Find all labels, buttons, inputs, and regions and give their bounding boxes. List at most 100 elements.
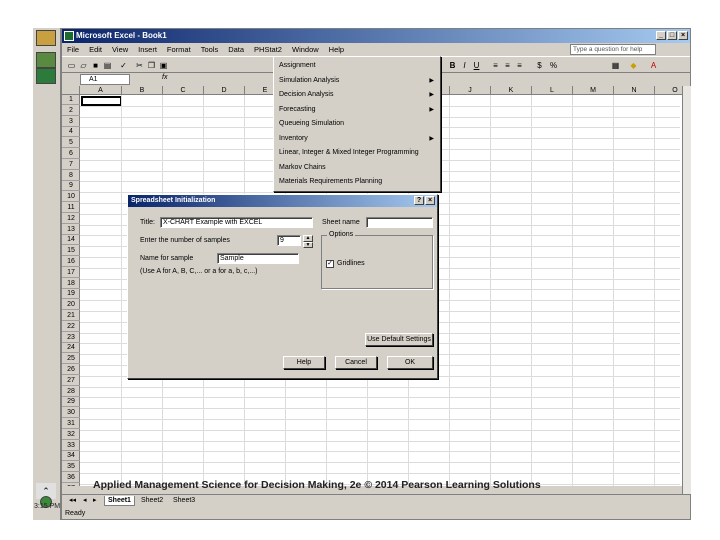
row-header[interactable]: 35 bbox=[62, 462, 80, 473]
spelling-icon[interactable]: ✓ bbox=[118, 60, 129, 71]
column-header[interactable]: L bbox=[532, 86, 573, 95]
row-header[interactable]: 19 bbox=[62, 289, 80, 300]
phstat-menu-item[interactable]: Linear, Integer & Mixed Integer Programm… bbox=[274, 146, 440, 161]
menu-tools[interactable]: Tools bbox=[200, 45, 220, 54]
row-header[interactable]: 37 bbox=[62, 484, 80, 486]
row-header[interactable]: 34 bbox=[62, 451, 80, 462]
row-header[interactable]: 30 bbox=[62, 408, 80, 419]
row-header[interactable]: 11 bbox=[62, 203, 80, 213]
ok-button[interactable]: OK bbox=[387, 356, 433, 369]
row-header[interactable]: 25 bbox=[62, 354, 80, 365]
row-header[interactable]: 6 bbox=[62, 149, 80, 159]
dialog-help-button[interactable]: ? bbox=[414, 196, 424, 205]
row-header[interactable]: 27 bbox=[62, 376, 80, 386]
bold-icon[interactable]: B bbox=[447, 60, 458, 71]
phstat-menu-item[interactable]: Materials Requirements Planning bbox=[274, 175, 440, 190]
tab-nav-next[interactable]: ▸ bbox=[90, 496, 100, 506]
italic-icon[interactable]: I bbox=[459, 60, 470, 71]
menu-format[interactable]: Format bbox=[166, 45, 192, 54]
excel-taskbar-icon[interactable] bbox=[36, 68, 56, 84]
num-samples-input[interactable]: 9 bbox=[277, 235, 301, 246]
row-header[interactable]: 16 bbox=[62, 257, 80, 267]
row-header[interactable]: 4 bbox=[62, 127, 80, 138]
column-header[interactable]: B bbox=[122, 86, 163, 95]
desktop-app-icon[interactable] bbox=[36, 30, 56, 46]
column-header[interactable]: C bbox=[163, 86, 204, 95]
vertical-scrollbar[interactable] bbox=[682, 86, 691, 494]
align-left-icon[interactable]: ≡ bbox=[490, 60, 501, 71]
currency-icon[interactable]: $ bbox=[534, 60, 545, 71]
help-button[interactable]: Help bbox=[283, 356, 325, 369]
new-icon[interactable]: ▭ bbox=[66, 60, 77, 71]
align-center-icon[interactable]: ≡ bbox=[502, 60, 513, 71]
title-input[interactable]: X-CHART Example with EXCEL bbox=[160, 217, 313, 228]
use-default-settings-button[interactable]: Use Default Settings bbox=[365, 333, 433, 346]
row-header[interactable]: 7 bbox=[62, 160, 80, 170]
column-header[interactable]: N bbox=[614, 86, 655, 95]
tab-nav-prev[interactable]: ◂ bbox=[80, 496, 90, 506]
row-header[interactable]: 28 bbox=[62, 387, 80, 397]
cancel-button[interactable]: Cancel bbox=[335, 356, 377, 369]
menu-file[interactable]: File bbox=[66, 45, 80, 54]
column-header[interactable]: K bbox=[491, 86, 532, 95]
phstat-menu-item[interactable]: Forecasting ▶ bbox=[274, 103, 440, 118]
percent-icon[interactable]: % bbox=[548, 60, 559, 71]
sample-name-input[interactable]: Sample bbox=[217, 253, 299, 264]
paste-icon[interactable]: ▣ bbox=[158, 60, 169, 71]
cut-icon[interactable]: ✂ bbox=[134, 60, 145, 71]
phstat-menu-item[interactable]: Assignment bbox=[274, 59, 440, 74]
tab-sheet2[interactable]: Sheet2 bbox=[138, 496, 166, 506]
phstat-menu-item[interactable]: Decision Analysis ▶ bbox=[274, 88, 440, 103]
menu-view[interactable]: View bbox=[111, 45, 129, 54]
row-header[interactable]: 13 bbox=[62, 225, 80, 235]
row-header[interactable]: 12 bbox=[62, 214, 80, 224]
active-cell[interactable] bbox=[81, 96, 122, 106]
row-header[interactable]: 17 bbox=[62, 268, 80, 278]
row-header[interactable]: 10 bbox=[62, 192, 80, 203]
desktop-app-icon-2[interactable] bbox=[36, 52, 56, 68]
copy-icon[interactable]: ❐ bbox=[146, 60, 157, 71]
menu-phstat[interactable]: PHStat2 bbox=[253, 45, 283, 54]
column-header[interactable]: J bbox=[450, 86, 491, 95]
align-right-icon[interactable]: ≡ bbox=[514, 60, 525, 71]
row-header[interactable]: 23 bbox=[62, 333, 80, 343]
phstat-menu-item[interactable]: Simulation Analysis ▶ bbox=[274, 74, 440, 89]
row-header[interactable]: 14 bbox=[62, 235, 80, 246]
row-header[interactable]: 36 bbox=[62, 473, 80, 483]
dialog-titlebar[interactable]: Spreadsheet Initialization ? × bbox=[128, 195, 437, 207]
column-header[interactable]: D bbox=[204, 86, 245, 95]
row-header[interactable]: 3 bbox=[62, 117, 80, 127]
font-color-icon[interactable]: A bbox=[648, 60, 659, 71]
column-header[interactable]: A bbox=[80, 86, 122, 95]
column-header[interactable]: O bbox=[655, 86, 682, 95]
row-header[interactable]: 20 bbox=[62, 300, 80, 311]
row-header[interactable]: 5 bbox=[62, 138, 80, 149]
excel-titlebar[interactable]: Microsoft Excel - Book1 _ □ × bbox=[62, 29, 690, 43]
row-header[interactable]: 15 bbox=[62, 246, 80, 257]
row-header[interactable]: 9 bbox=[62, 181, 80, 192]
row-header[interactable]: 1 bbox=[62, 95, 80, 105]
name-box[interactable]: A1 bbox=[80, 74, 130, 85]
tab-sheet1[interactable]: Sheet1 bbox=[104, 496, 135, 506]
select-all-corner[interactable] bbox=[62, 86, 80, 95]
column-header[interactable]: M bbox=[573, 86, 614, 95]
gridlines-checkbox[interactable]: ✓ bbox=[326, 260, 334, 268]
spin-down-icon[interactable]: ▼ bbox=[303, 241, 313, 248]
row-header[interactable]: 26 bbox=[62, 365, 80, 375]
print-icon[interactable]: ▤ bbox=[102, 60, 113, 71]
row-header[interactable]: 2 bbox=[62, 106, 80, 116]
underline-icon[interactable]: U bbox=[471, 60, 482, 71]
row-header[interactable]: 18 bbox=[62, 279, 80, 289]
row-header[interactable]: 29 bbox=[62, 397, 80, 408]
close-button[interactable]: × bbox=[678, 31, 688, 40]
tab-sheet3[interactable]: Sheet3 bbox=[170, 496, 198, 506]
dialog-close-button[interactable]: × bbox=[425, 196, 435, 205]
borders-icon[interactable]: ▦ bbox=[610, 60, 621, 71]
tab-nav-first[interactable]: ◂◂ bbox=[66, 496, 79, 506]
phstat-menu-item[interactable]: Inventory ▶ bbox=[274, 132, 440, 147]
menu-insert[interactable]: Insert bbox=[137, 45, 158, 54]
open-icon[interactable]: ▱ bbox=[78, 60, 89, 71]
menu-window[interactable]: Window bbox=[291, 45, 320, 54]
minimize-button[interactable]: _ bbox=[656, 31, 666, 40]
row-header[interactable]: 8 bbox=[62, 171, 80, 181]
